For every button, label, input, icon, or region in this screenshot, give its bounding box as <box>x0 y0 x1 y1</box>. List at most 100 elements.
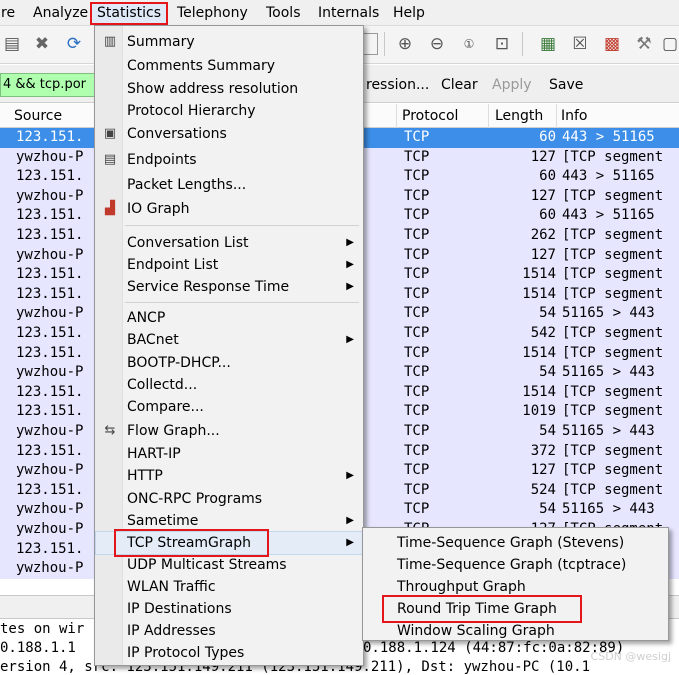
menu-item-ip-protocol-types[interactable]: IP Protocol Types <box>96 642 362 664</box>
cell-source: 123.151. <box>16 227 84 243</box>
cell-info: 51165 > 443 <box>562 305 655 322</box>
menu-item-label: Round Trip Time Graph <box>397 601 557 617</box>
cell-protocol: TCP <box>404 501 430 518</box>
menu-item-io-graph[interactable]: ▟ IO Graph <box>96 198 362 220</box>
toolbar-separator <box>384 32 385 56</box>
resize-columns-icon[interactable] <box>362 33 378 55</box>
menu-item-ip-addresses[interactable]: IP Addresses <box>96 620 362 642</box>
resize-all-icon[interactable]: ⊡ <box>490 33 514 55</box>
menu-item-bacnet[interactable]: BACnet ▶ <box>96 329 362 351</box>
cell-protocol: TCP <box>404 481 430 498</box>
expression-button[interactable]: ression... <box>366 75 429 95</box>
cell-length: 60 <box>539 207 556 224</box>
menu-item-sametime[interactable]: Sametime ▶ <box>96 510 362 532</box>
menu-item-service-response-time[interactable]: Service Response Time ▶ <box>96 276 362 298</box>
column-info[interactable]: Info <box>561 106 588 126</box>
menu-item-endpoints[interactable]: ▤ Endpoints <box>96 149 362 171</box>
column-source[interactable]: Source <box>14 106 62 126</box>
menu-item-label: Conversation List <box>127 235 249 251</box>
cell-length: 54 <box>539 364 556 381</box>
menu-item-protocol-hierarchy[interactable]: Protocol Hierarchy <box>96 100 362 122</box>
cell-protocol: TCP <box>404 305 430 322</box>
menu-statistics[interactable]: Statistics <box>90 2 168 25</box>
menu-item-wlan-traffic[interactable]: WLAN Traffic <box>96 576 362 598</box>
menu-item-ancp[interactable]: ANCP <box>96 307 362 329</box>
menu-item-packet-lengths[interactable]: Packet Lengths... <box>96 174 362 196</box>
menu-view[interactable]: re <box>0 4 20 23</box>
detail-line[interactable]: tes on wir <box>0 620 84 639</box>
cell-info: [TCP segment <box>562 246 664 263</box>
cell-info: 443 > 51165 <box>562 168 655 185</box>
menu-help[interactable]: Help <box>388 4 430 23</box>
menu-separator <box>125 302 359 303</box>
column-divider[interactable] <box>488 104 489 128</box>
menu-item-label: Sametime <box>127 513 199 529</box>
detail-line[interactable]: 0.188.1.1 <box>0 639 76 658</box>
apply-button[interactable]: Apply <box>492 75 532 95</box>
menu-item-show-address-resolution[interactable]: Show address resolution <box>96 78 362 100</box>
cell-protocol: TCP <box>404 325 430 341</box>
menu-telephony[interactable]: Telephony <box>172 4 253 23</box>
reload-icon[interactable]: ⟳ <box>62 33 86 55</box>
cell-info: [TCP segment <box>562 227 664 243</box>
column-divider[interactable] <box>396 104 397 128</box>
zoom-out-icon[interactable]: ⊖ <box>425 33 449 55</box>
clear-button[interactable]: Clear <box>441 75 478 95</box>
coloring-rules-icon[interactable]: ▩ <box>600 33 624 55</box>
cell-info: 51165 > 443 <box>562 364 655 381</box>
menu-item-label: Protocol Hierarchy <box>127 103 256 119</box>
menu-item-flow-graph[interactable]: ⇆ Flow Graph... <box>96 420 362 442</box>
preferences-icon[interactable]: ⚒ <box>632 33 656 55</box>
submenu-arrow-icon: ▶ <box>346 237 354 248</box>
options-icon[interactable]: ▤ <box>0 33 24 55</box>
menu-item-time-sequence-tcptrace[interactable]: Time-Sequence Graph (tcptrace) <box>364 554 667 576</box>
cell-protocol: TCP <box>404 442 430 459</box>
cell-protocol: TCP <box>404 187 430 204</box>
menu-item-label: Flow Graph... <box>127 423 220 439</box>
menu-item-comments-summary[interactable]: Comments Summary <box>96 55 362 77</box>
display-filters-icon[interactable]: ☒ <box>568 33 592 55</box>
menu-item-conversations[interactable]: ▣ Conversations <box>96 123 362 145</box>
menu-item-label: IP Addresses <box>127 623 216 639</box>
cell-length: 1514 <box>522 285 556 302</box>
capture-filters-icon[interactable]: ▦ <box>536 33 560 55</box>
menu-tools[interactable]: Tools <box>261 4 306 23</box>
cell-protocol: TCP <box>404 462 430 479</box>
zoom-in-icon[interactable]: ⊕ <box>393 33 417 55</box>
menu-item-throughput-graph[interactable]: Throughput Graph <box>364 576 667 598</box>
menu-item-bootp-dhcp[interactable]: BOOTP-DHCP... <box>96 352 362 374</box>
cell-source: ywzhou-P <box>16 501 84 518</box>
column-length[interactable]: Length <box>495 106 543 126</box>
menu-item-conversation-list[interactable]: Conversation List ▶ <box>96 232 362 254</box>
menu-item-label: HTTP <box>127 468 163 484</box>
detail-line[interactable]: 0.188.1.124 (44:87:fc:0a:82:89) <box>363 639 624 658</box>
endpoints-icon: ▤ <box>103 152 117 167</box>
menu-item-ip-destinations[interactable]: IP Destinations <box>96 598 362 620</box>
menu-item-http[interactable]: HTTP ▶ <box>96 465 362 487</box>
column-divider[interactable] <box>556 104 557 128</box>
display-filter-input[interactable]: 4 && tcp.por <box>0 73 96 97</box>
menu-item-udp-multicast-streams[interactable]: UDP Multicast Streams <box>96 554 362 576</box>
menu-item-tcp-streamgraph[interactable]: TCP StreamGraph ▶ <box>95 531 363 555</box>
menu-item-collectd[interactable]: Collectd... <box>96 374 362 396</box>
cell-info: [TCP segment <box>562 344 664 361</box>
menu-internals[interactable]: Internals <box>313 4 384 23</box>
menu-item-hart-ip[interactable]: HART-IP <box>96 443 362 465</box>
menu-item-time-sequence-stevens[interactable]: Time-Sequence Graph (Stevens) <box>364 532 667 554</box>
menu-item-onc-rpc[interactable]: ONC-RPC Programs <box>96 488 362 510</box>
save-button[interactable]: Save <box>549 75 583 95</box>
help-icon[interactable]: ▢ <box>658 33 679 55</box>
close-capture-icon[interactable]: ✖ <box>30 33 54 55</box>
menu-item-endpoint-list[interactable]: Endpoint List ▶ <box>96 254 362 276</box>
column-protocol[interactable]: Protocol <box>402 106 458 126</box>
menu-item-label: Service Response Time <box>127 279 290 295</box>
zoom-normal-icon[interactable]: ① <box>457 33 481 55</box>
menu-analyze[interactable]: Analyze <box>28 4 93 23</box>
menu-item-window-scaling-graph[interactable]: Window Scaling Graph <box>364 620 667 638</box>
menu-item-label: UDP Multicast Streams <box>127 557 287 573</box>
cell-source: ywzhou-P <box>16 187 84 204</box>
menu-item-round-trip-time-graph[interactable]: Round Trip Time Graph <box>364 598 667 620</box>
cell-length: 1514 <box>522 266 556 283</box>
menu-item-summary[interactable]: ▥ Summary <box>96 31 362 53</box>
menu-item-compare[interactable]: Compare... <box>96 396 362 418</box>
